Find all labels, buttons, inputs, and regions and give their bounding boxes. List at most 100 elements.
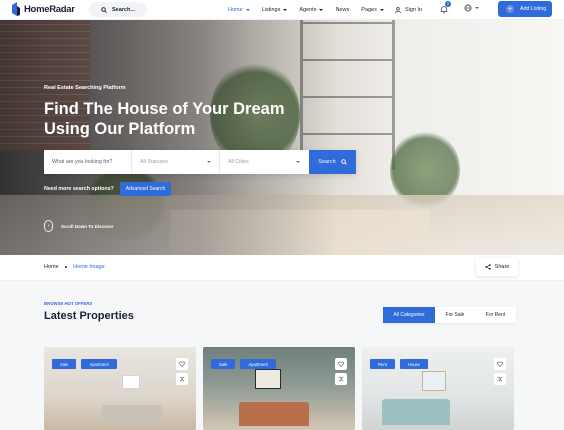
status-badge: Rent bbox=[370, 359, 395, 369]
nav-item-home[interactable]: Home bbox=[228, 7, 250, 13]
logo-text: HomeRadar bbox=[24, 3, 75, 15]
add-listing-button[interactable]: + Add Listing bbox=[498, 1, 552, 17]
category-filter-tabs: All Categories For Sale For Rent bbox=[383, 307, 516, 323]
wall-frame bbox=[422, 371, 446, 391]
breadcrumb-separator bbox=[64, 265, 68, 269]
status-select[interactable]: All Statuses bbox=[132, 150, 220, 174]
heart-icon bbox=[497, 361, 503, 367]
status-select-value: All Statuses bbox=[140, 159, 168, 165]
section-eyebrow: BROWSE HOT OFFERS bbox=[44, 301, 93, 306]
nav-item-label: Pages bbox=[361, 7, 377, 13]
hero-title: Find The House of Your Dream Using Our P… bbox=[44, 100, 285, 138]
hero-section: Real Estate Searching Platform Find The … bbox=[0, 20, 564, 255]
card-badges: Sale Apartment bbox=[211, 359, 276, 369]
header-search-label: Search... bbox=[112, 6, 135, 13]
main-nav: Home Listings Agents News Pages bbox=[228, 0, 396, 20]
hero-search-button[interactable]: Search bbox=[309, 150, 356, 174]
heart-icon bbox=[179, 361, 185, 367]
advanced-search-question: Need more search options? bbox=[44, 186, 114, 192]
favorite-button[interactable] bbox=[335, 358, 347, 370]
nav-item-label: News bbox=[335, 7, 350, 13]
chevron-down-icon bbox=[379, 9, 384, 11]
property-card[interactable]: Rent House bbox=[362, 347, 514, 430]
chevron-down-icon bbox=[319, 9, 324, 11]
nav-item-pages[interactable]: Pages bbox=[361, 7, 384, 13]
breadcrumb-bar: Home Home Image Share bbox=[0, 255, 564, 281]
city-select[interactable]: All Cities bbox=[220, 150, 308, 174]
keyword-search-input[interactable]: What are you looking for? bbox=[44, 150, 132, 174]
sign-in-link[interactable]: Sign In bbox=[395, 0, 422, 20]
nav-item-label: Listings bbox=[261, 7, 281, 13]
wall-frame bbox=[122, 375, 140, 389]
tab-all-categories[interactable]: All Categories bbox=[383, 307, 435, 323]
nav-item-news[interactable]: News bbox=[335, 7, 349, 13]
scroll-down-label: Scroll Down To Discover bbox=[61, 223, 114, 229]
section-title: Latest Properties bbox=[44, 310, 134, 322]
shuffle-icon bbox=[497, 376, 503, 382]
heart-icon bbox=[338, 361, 344, 367]
nav-item-listings[interactable]: Listings bbox=[262, 7, 288, 13]
compare-button[interactable] bbox=[335, 373, 347, 385]
city-select-value: All Cities bbox=[228, 159, 249, 165]
sofa-shape bbox=[239, 402, 309, 426]
breadcrumb: Home Home Image bbox=[44, 264, 105, 270]
hero-search-form: What are you looking for? All Statuses A… bbox=[44, 150, 356, 174]
chevron-down-icon bbox=[245, 9, 250, 11]
property-cards: Sale Apartment Sale Apartment Rent House bbox=[44, 347, 514, 430]
add-listing-label: Add Listing bbox=[520, 6, 547, 12]
type-badge: House bbox=[399, 359, 428, 369]
sign-in-label: Sign In bbox=[405, 7, 423, 13]
nav-item-agents[interactable]: Agents bbox=[299, 7, 324, 13]
user-icon bbox=[395, 7, 401, 13]
card-actions bbox=[176, 358, 188, 385]
status-badge: Sale bbox=[52, 359, 77, 369]
search-icon bbox=[340, 159, 347, 165]
search-icon bbox=[101, 6, 107, 13]
hero-search-button-label: Search bbox=[318, 159, 336, 165]
globe-icon bbox=[464, 4, 472, 12]
hero-eyebrow: Real Estate Searching Platform bbox=[44, 85, 126, 91]
share-button[interactable]: Share bbox=[476, 258, 518, 276]
nav-item-label: Home bbox=[228, 7, 243, 13]
tab-for-sale[interactable]: For Sale bbox=[435, 307, 475, 323]
compare-button[interactable] bbox=[176, 373, 188, 385]
favorite-button[interactable] bbox=[176, 358, 188, 370]
sofa-shape bbox=[102, 405, 162, 425]
sofa-shape bbox=[382, 399, 450, 425]
status-badge: Sale bbox=[211, 359, 236, 369]
shuffle-icon bbox=[338, 376, 344, 382]
share-label: Share bbox=[494, 264, 510, 270]
chevron-down-icon bbox=[475, 7, 479, 9]
top-header: HomeRadar Search... Home Listings Agents… bbox=[0, 0, 564, 20]
property-card[interactable]: Sale Apartment bbox=[203, 347, 355, 430]
card-badges: Rent House bbox=[370, 359, 428, 369]
shuffle-icon bbox=[179, 376, 185, 382]
chevron-down-icon bbox=[296, 161, 300, 163]
type-badge: Apartment bbox=[240, 359, 276, 369]
chevron-down-icon bbox=[207, 161, 211, 163]
type-badge: Apartment bbox=[81, 359, 117, 369]
property-card[interactable]: Sale Apartment bbox=[44, 347, 196, 430]
advanced-search-row: Need more search options? Advanced Searc… bbox=[44, 182, 172, 196]
scroll-down-hint[interactable]: › Scroll Down To Discover bbox=[44, 220, 114, 232]
card-actions bbox=[494, 358, 506, 385]
compare-button[interactable] bbox=[494, 373, 506, 385]
chevron-down-icon bbox=[283, 9, 288, 11]
plus-icon: + bbox=[506, 5, 514, 13]
wall-frame bbox=[255, 369, 281, 389]
nav-item-label: Agents bbox=[299, 7, 317, 13]
advanced-search-button[interactable]: Advanced Search bbox=[119, 182, 172, 196]
card-badges: Sale Apartment bbox=[52, 359, 117, 369]
breadcrumb-current: Home Image bbox=[73, 264, 105, 270]
language-selector[interactable] bbox=[464, 4, 479, 12]
chevron-down-icon: › bbox=[44, 220, 53, 232]
header-search-button[interactable]: Search... bbox=[89, 2, 147, 17]
breadcrumb-home-link[interactable]: Home bbox=[44, 264, 59, 270]
favorite-button[interactable] bbox=[494, 358, 506, 370]
logo[interactable]: HomeRadar bbox=[11, 2, 75, 16]
notification-badge: 2 bbox=[445, 1, 451, 7]
logo-mark-icon bbox=[12, 2, 20, 16]
tab-for-rent[interactable]: For Rent bbox=[475, 307, 516, 323]
share-icon bbox=[484, 264, 491, 270]
card-actions bbox=[335, 358, 347, 385]
